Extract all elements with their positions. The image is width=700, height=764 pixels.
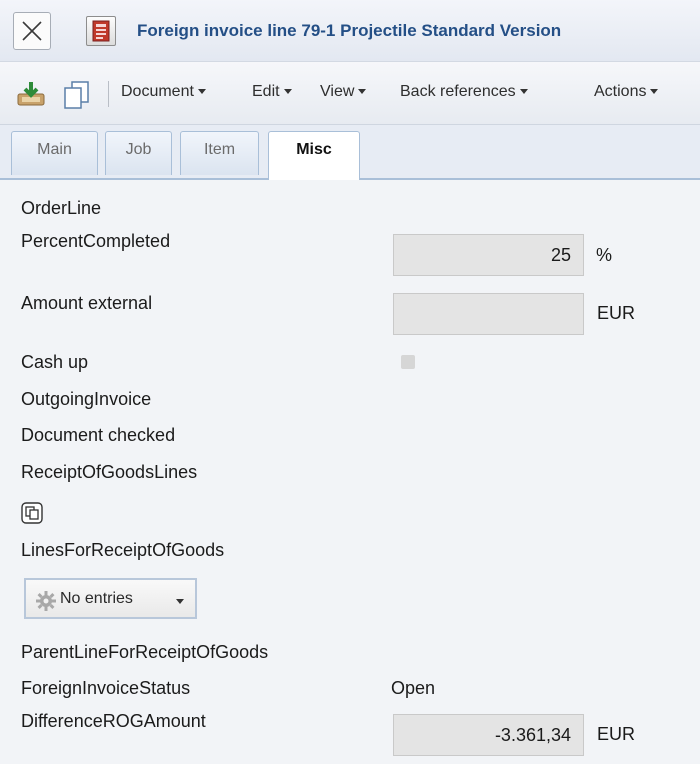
gear-icon bbox=[36, 591, 56, 611]
parent-line-label: ParentLineForReceiptOfGoods bbox=[21, 642, 269, 662]
menu-actions[interactable]: Actions bbox=[594, 83, 659, 101]
toolbar-separator bbox=[108, 81, 109, 107]
percent-completed-label: PercentCompleted bbox=[21, 231, 171, 251]
cash-up-checkbox[interactable] bbox=[401, 355, 415, 369]
no-entries-dropdown[interactable]: No entries bbox=[24, 578, 197, 619]
lines-for-receipt-of-goods-label: LinesForReceiptOfGoods bbox=[21, 540, 225, 560]
tab-misc[interactable]: Misc bbox=[268, 131, 360, 180]
tab-bar: Main Job Item Misc bbox=[0, 125, 700, 180]
close-icon bbox=[22, 21, 42, 41]
close-button[interactable] bbox=[13, 12, 51, 50]
difference-rog-amount-field[interactable]: -3.361,34 bbox=[393, 714, 584, 756]
download-icon[interactable] bbox=[14, 80, 48, 110]
amount-external-label: Amount external bbox=[21, 293, 153, 313]
cash-up-label: Cash up bbox=[21, 352, 89, 372]
outgoing-invoice-label: OutgoingInvoice bbox=[21, 389, 152, 409]
order-line-label: OrderLine bbox=[21, 198, 102, 218]
tab-item[interactable]: Item bbox=[180, 131, 259, 175]
form-content: OrderLine PercentCompleted 25 % Amount e… bbox=[0, 180, 700, 764]
foreign-invoice-status-label: ForeignInvoiceStatus bbox=[21, 678, 191, 698]
tab-main[interactable]: Main bbox=[11, 131, 98, 175]
percent-unit: % bbox=[596, 245, 613, 265]
no-entries-label: No entries bbox=[60, 590, 133, 607]
percent-completed-field[interactable]: 25 bbox=[393, 234, 584, 276]
copy-icon[interactable] bbox=[60, 80, 94, 110]
difference-rog-amount-label: DifferenceROGAmount bbox=[21, 711, 206, 731]
chevron-down-icon bbox=[176, 599, 184, 604]
amount-external-unit: EUR bbox=[597, 303, 636, 323]
toolbar: Document Edit View Back references Actio… bbox=[0, 62, 700, 125]
tab-job[interactable]: Job bbox=[105, 131, 172, 175]
document-icon bbox=[86, 16, 116, 46]
window-titlebar: Foreign invoice line 79-1 Projectile Sta… bbox=[0, 0, 700, 62]
receipt-of-goods-lines-label: ReceiptOfGoodsLines bbox=[21, 462, 198, 482]
menu-back-references[interactable]: Back references bbox=[400, 83, 528, 101]
menu-view[interactable]: View bbox=[320, 83, 367, 101]
document-checked-label: Document checked bbox=[21, 425, 176, 445]
copy-icon[interactable] bbox=[21, 502, 43, 524]
menu-document[interactable]: Document bbox=[121, 83, 206, 101]
difference-rog-amount-unit: EUR bbox=[597, 724, 636, 744]
amount-external-field[interactable] bbox=[393, 293, 584, 335]
window-title: Foreign invoice line 79-1 Projectile Sta… bbox=[137, 21, 562, 40]
foreign-invoice-status-value: Open bbox=[391, 678, 436, 698]
menu-edit[interactable]: Edit bbox=[252, 83, 292, 101]
